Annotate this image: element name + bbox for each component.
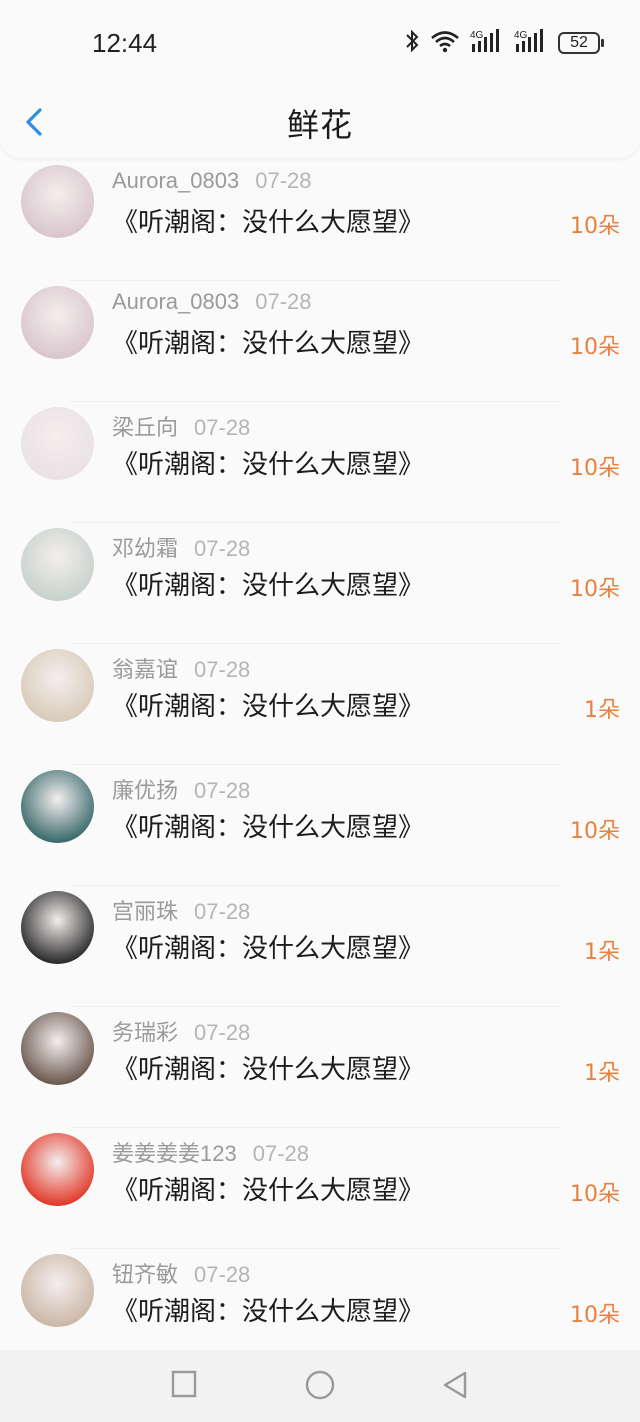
list-item[interactable]: 梁丘向 07-28 《听潮阁：没什么大愿望》 10朵 [0, 402, 640, 523]
username: Aurora_0803 07-28 [112, 168, 312, 194]
avatar[interactable] [21, 891, 94, 964]
list-item[interactable]: 翁嘉谊 07-28 《听潮阁：没什么大愿望》 1朵 [0, 644, 640, 765]
flower-count: 1朵 [584, 698, 620, 723]
username-text: 翁嘉谊 [112, 657, 179, 682]
date-text: 07-28 [194, 1262, 251, 1287]
flower-count: 10朵 [570, 577, 620, 602]
list-item[interactable]: 廉优扬 07-28 《听潮阁：没什么大愿望》 10朵 [0, 765, 640, 886]
svg-text:4G: 4G [470, 30, 484, 41]
username: Aurora_0803 07-28 [112, 289, 312, 315]
system-nav-bar [0, 1350, 640, 1422]
flower-count: 1朵 [584, 940, 620, 965]
date-text: 07-28 [194, 1020, 251, 1045]
wifi-icon [430, 29, 460, 57]
book-title: 《听潮阁：没什么大愿望》 [112, 813, 425, 843]
username-text: 钮齐敏 [112, 1262, 179, 1287]
username-text: Aurora_0803 [112, 168, 240, 193]
flower-count: 10朵 [570, 214, 620, 239]
book-title: 《听潮阁：没什么大愿望》 [112, 1055, 425, 1085]
flower-count: 10朵 [570, 1303, 620, 1328]
date-text: 07-28 [194, 415, 251, 440]
username: 翁嘉谊 07-28 [112, 652, 250, 684]
avatar[interactable] [21, 649, 94, 722]
list-item[interactable]: 姜姜姜姜123 07-28 《听潮阁：没什么大愿望》 10朵 [0, 1128, 640, 1249]
list-item[interactable]: 邓幼霜 07-28 《听潮阁：没什么大愿望》 10朵 [0, 523, 640, 644]
date-text: 07-28 [252, 1141, 309, 1166]
home-button[interactable] [304, 1370, 336, 1404]
battery-indicator: 52 [558, 32, 604, 54]
flower-list: Aurora_0803 07-28 《听潮阁：没什么大愿望》 10朵 Aurora… [0, 160, 640, 1370]
circle-icon [305, 1370, 335, 1400]
avatar[interactable] [21, 528, 94, 601]
username-text: 务瑞彩 [112, 1020, 179, 1045]
book-title: 《听潮阁：没什么大愿望》 [112, 1176, 425, 1206]
username-text: 姜姜姜姜123 [112, 1141, 237, 1166]
status-bar: 12:44 4G 4G 52 [0, 0, 640, 88]
username: 廉优扬 07-28 [112, 773, 250, 805]
date-text: 07-28 [255, 168, 312, 193]
book-title: 《听潮阁：没什么大愿望》 [112, 1297, 425, 1327]
username-text: 廉优扬 [112, 778, 179, 803]
username: 梁丘向 07-28 [112, 410, 250, 442]
signal-4g-icon: 4G [470, 28, 504, 58]
avatar[interactable] [21, 407, 94, 480]
book-title: 《听潮阁：没什么大愿望》 [112, 934, 425, 964]
book-title: 《听潮阁：没什么大愿望》 [112, 450, 425, 480]
list-item[interactable]: 务瑞彩 07-28 《听潮阁：没什么大愿望》 1朵 [0, 1007, 640, 1128]
book-title: 《听潮阁：没什么大愿望》 [112, 329, 425, 359]
square-icon [171, 1370, 197, 1398]
page-title: 鲜花 [286, 106, 353, 144]
date-text: 07-28 [194, 778, 251, 803]
username-text: 梁丘向 [112, 415, 179, 440]
avatar[interactable] [21, 1254, 94, 1327]
recent-apps-button[interactable] [171, 1370, 197, 1402]
book-title: 《听潮阁：没什么大愿望》 [112, 571, 425, 601]
username-text: 宫丽珠 [112, 899, 179, 924]
avatar[interactable] [21, 1012, 94, 1085]
username: 宫丽珠 07-28 [112, 894, 250, 926]
username: 钮齐敏 07-28 [112, 1257, 250, 1289]
avatar[interactable] [21, 770, 94, 843]
list-item[interactable]: Aurora_0803 07-28 《听潮阁：没什么大愿望》 10朵 [0, 160, 640, 281]
status-time: 12:44 [92, 28, 158, 58]
svg-text:4G: 4G [514, 30, 528, 41]
book-title: 《听潮阁：没什么大愿望》 [112, 208, 425, 238]
flower-count: 1朵 [584, 1061, 620, 1086]
username-text: Aurora_0803 [112, 289, 240, 314]
username-text: 邓幼霜 [112, 536, 179, 561]
date-text: 07-28 [255, 289, 312, 314]
username: 务瑞彩 07-28 [112, 1015, 250, 1047]
header: 鲜花 [0, 88, 640, 158]
flower-count: 10朵 [570, 456, 620, 481]
bluetooth-icon [404, 28, 420, 58]
signal-4g-icon-2: 4G [514, 28, 548, 58]
list-item[interactable]: 宫丽珠 07-28 《听潮阁：没什么大愿望》 1朵 [0, 886, 640, 1007]
avatar[interactable] [21, 1133, 94, 1206]
username: 邓幼霜 07-28 [112, 531, 250, 563]
status-icons: 4G 4G 52 [404, 28, 604, 58]
username: 姜姜姜姜123 07-28 [112, 1136, 309, 1168]
list-item[interactable]: Aurora_0803 07-28 《听潮阁：没什么大愿望》 10朵 [0, 281, 640, 402]
flower-count: 10朵 [570, 335, 620, 360]
avatar[interactable] [21, 165, 94, 238]
flower-count: 10朵 [570, 819, 620, 844]
avatar[interactable] [21, 286, 94, 359]
book-title: 《听潮阁：没什么大愿望》 [112, 692, 425, 722]
triangle-back-icon [443, 1371, 467, 1399]
date-text: 07-28 [194, 536, 251, 561]
date-text: 07-28 [194, 657, 251, 682]
flower-count: 10朵 [570, 1182, 620, 1207]
back-nav-button[interactable] [441, 1370, 469, 1404]
date-text: 07-28 [194, 899, 251, 924]
